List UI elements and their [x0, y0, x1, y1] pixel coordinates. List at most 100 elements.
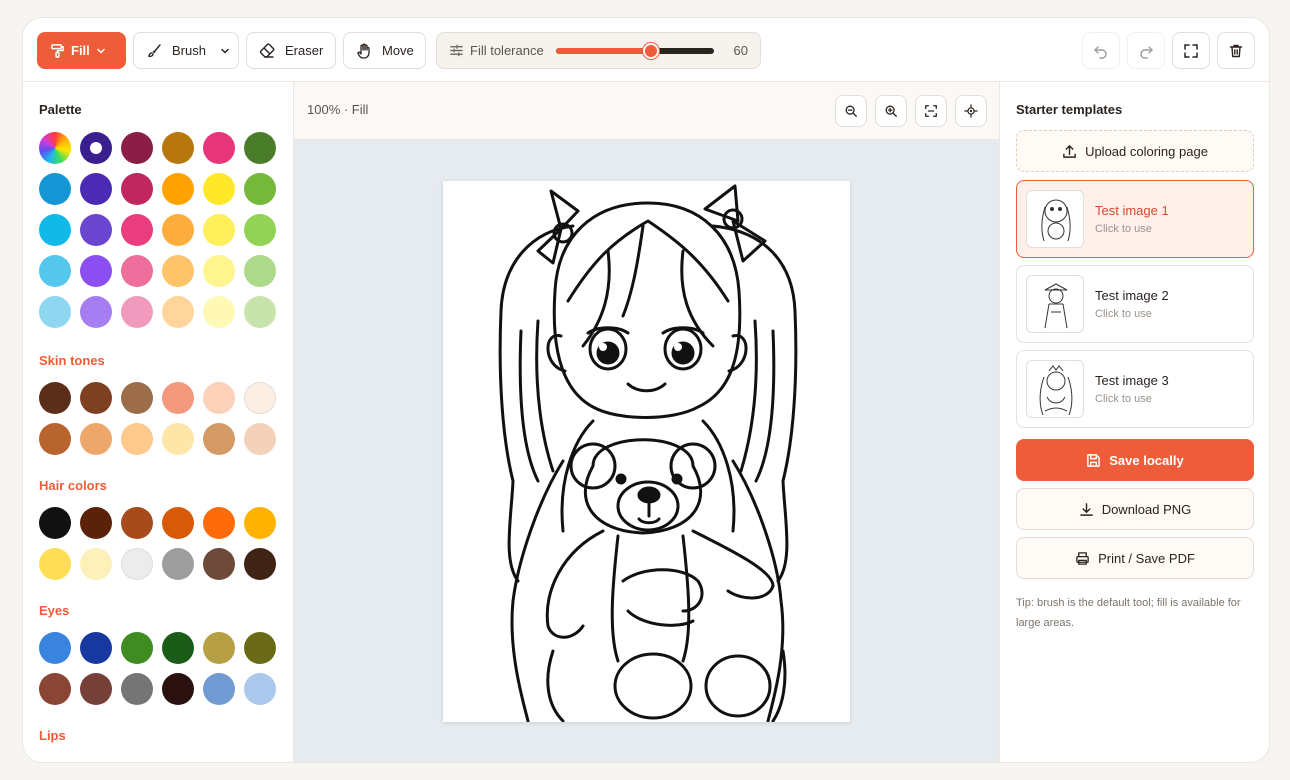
color-swatch[interactable] — [39, 382, 71, 414]
zoom-out-icon — [845, 105, 857, 117]
color-swatch[interactable] — [80, 507, 112, 539]
redo-button[interactable] — [1127, 32, 1165, 69]
print-save-pdf-button[interactable]: Print / Save PDF — [1016, 537, 1254, 579]
color-swatch[interactable] — [203, 214, 235, 246]
template-card-2[interactable]: Test image 2 Click to use — [1016, 265, 1254, 343]
zoom-in-button[interactable] — [875, 95, 907, 127]
color-swatch[interactable] — [162, 173, 194, 205]
color-swatch[interactable] — [244, 296, 276, 328]
print-save-pdf-label: Print / Save PDF — [1098, 550, 1195, 566]
custom-color-swatch[interactable] — [39, 132, 71, 164]
color-swatch[interactable] — [39, 255, 71, 287]
template-card-1[interactable]: Test image 1 Click to use — [1016, 180, 1254, 258]
color-swatch[interactable] — [39, 423, 71, 455]
color-swatch[interactable] — [162, 548, 194, 580]
color-swatch[interactable] — [39, 214, 71, 246]
color-swatch[interactable] — [244, 173, 276, 205]
girl-with-teddy-bear-line-art — [498, 184, 798, 723]
color-swatch[interactable] — [121, 507, 153, 539]
center-view-button[interactable] — [955, 95, 987, 127]
fullscreen-button[interactable] — [1172, 32, 1210, 69]
color-swatch[interactable] — [80, 632, 112, 664]
color-swatch[interactable] — [80, 255, 112, 287]
color-swatch[interactable] — [244, 214, 276, 246]
eraser-tool-button[interactable]: Eraser — [246, 32, 336, 69]
templates-panel: Starter templates Upload coloring page T… — [999, 82, 1269, 762]
color-swatch[interactable] — [121, 548, 153, 580]
color-swatch[interactable] — [80, 423, 112, 455]
color-swatch[interactable] — [121, 255, 153, 287]
skin-tones-title: Skin tones — [39, 353, 105, 368]
color-swatch[interactable] — [121, 173, 153, 205]
color-swatch[interactable] — [39, 632, 71, 664]
color-swatch[interactable] — [244, 132, 276, 164]
tip-text: Tip: brush is the default tool; fill is … — [1016, 597, 1241, 629]
color-swatch[interactable] — [203, 423, 235, 455]
brush-tool-button[interactable]: Brush — [133, 32, 239, 69]
color-swatch[interactable] — [244, 548, 276, 580]
move-tool-button[interactable]: Move — [343, 32, 426, 69]
color-swatch[interactable] — [203, 507, 235, 539]
template-card-3[interactable]: Test image 3 Click to use — [1016, 350, 1254, 428]
coloring-canvas[interactable] — [443, 181, 850, 723]
fill-tool-label: Fill — [71, 43, 90, 58]
color-swatch[interactable] — [203, 632, 235, 664]
color-swatch[interactable] — [121, 423, 153, 455]
upload-label: Upload coloring page — [1085, 143, 1208, 159]
color-swatch[interactable] — [203, 255, 235, 287]
color-swatch[interactable] — [39, 507, 71, 539]
download-png-button[interactable]: Download PNG — [1016, 488, 1254, 530]
color-swatch[interactable] — [80, 132, 112, 164]
zoom-out-button[interactable] — [835, 95, 867, 127]
color-swatch[interactable] — [39, 548, 71, 580]
color-swatch[interactable] — [39, 173, 71, 205]
canvas-header: 100% · Fill — [294, 82, 999, 140]
color-swatch[interactable] — [162, 423, 194, 455]
color-swatch[interactable] — [80, 548, 112, 580]
fit-screen-icon — [925, 105, 937, 117]
save-icon — [1087, 453, 1101, 467]
color-swatch[interactable] — [121, 214, 153, 246]
color-swatch[interactable] — [203, 296, 235, 328]
color-swatch[interactable] — [121, 132, 153, 164]
color-swatch[interactable] — [203, 173, 235, 205]
color-swatch[interactable] — [39, 673, 71, 705]
color-swatch[interactable] — [244, 507, 276, 539]
color-swatch[interactable] — [121, 632, 153, 664]
color-swatch[interactable] — [80, 382, 112, 414]
color-swatch[interactable] — [162, 255, 194, 287]
color-swatch[interactable] — [80, 173, 112, 205]
undo-button[interactable] — [1082, 32, 1120, 69]
color-swatch[interactable] — [80, 673, 112, 705]
zoom-status: 100% · Fill — [307, 102, 369, 117]
clear-canvas-button[interactable] — [1217, 32, 1255, 69]
color-swatch[interactable] — [121, 296, 153, 328]
color-swatch[interactable] — [162, 507, 194, 539]
color-swatch[interactable] — [162, 214, 194, 246]
color-swatch[interactable] — [203, 382, 235, 414]
color-swatch[interactable] — [203, 548, 235, 580]
color-swatch[interactable] — [244, 632, 276, 664]
color-swatch[interactable] — [162, 382, 194, 414]
color-swatch[interactable] — [203, 132, 235, 164]
color-swatch[interactable] — [80, 296, 112, 328]
color-swatch[interactable] — [244, 423, 276, 455]
slider-thumb[interactable] — [642, 42, 659, 59]
color-swatch[interactable] — [244, 382, 276, 414]
color-swatch[interactable] — [162, 296, 194, 328]
color-swatch[interactable] — [244, 255, 276, 287]
save-locally-button[interactable]: Save locally — [1016, 439, 1254, 481]
upload-coloring-page-button[interactable]: Upload coloring page — [1016, 130, 1254, 172]
color-swatch[interactable] — [162, 673, 194, 705]
fit-to-screen-button[interactable] — [915, 95, 947, 127]
color-swatch[interactable] — [39, 296, 71, 328]
color-swatch[interactable] — [203, 673, 235, 705]
fill-tolerance-slider[interactable] — [555, 42, 714, 59]
color-swatch[interactable] — [121, 673, 153, 705]
color-swatch[interactable] — [244, 673, 276, 705]
color-swatch[interactable] — [162, 632, 194, 664]
fill-tool-button[interactable]: Fill — [37, 32, 126, 69]
color-swatch[interactable] — [162, 132, 194, 164]
color-swatch[interactable] — [121, 382, 153, 414]
color-swatch[interactable] — [80, 214, 112, 246]
